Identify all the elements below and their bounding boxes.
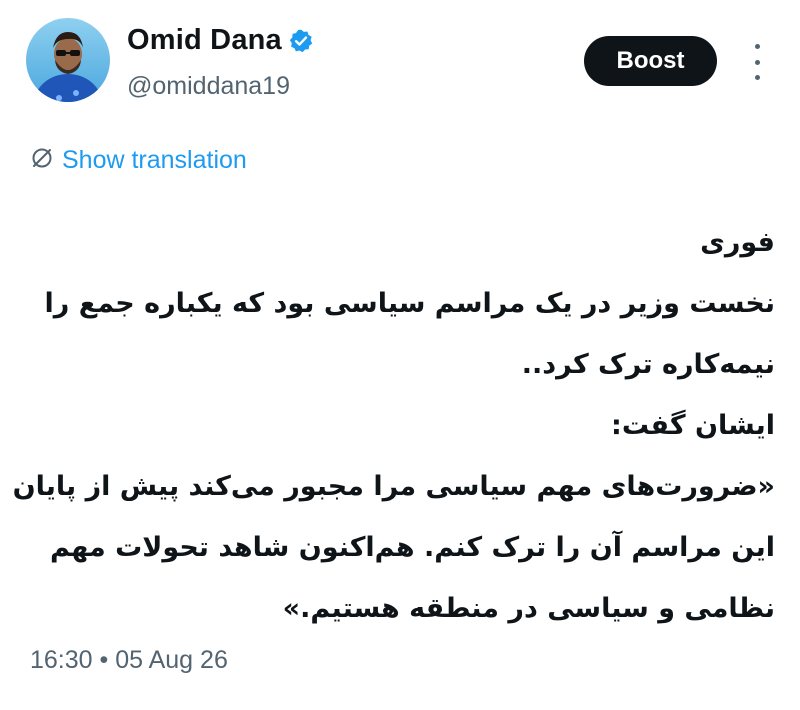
tweet-line: این مراسم آن را ترک کنم. هم‌اکنون شاهد ت…	[50, 532, 775, 563]
show-translation-link[interactable]: Show translation	[30, 146, 247, 175]
tweet-line: «ضرورت‌های مهم سیاسی مرا مجبور می‌کند پی…	[12, 471, 775, 502]
tweet-time: 16:30	[30, 646, 93, 674]
display-name-row[interactable]: Omid Dana	[127, 24, 314, 57]
show-translation-label[interactable]: Show translation	[62, 146, 247, 175]
timestamp-separator: •	[99, 646, 109, 674]
tweet-body: فوری نخست وزیر در یک مراسم سیاسی بود که …	[12, 212, 775, 639]
tweet-line: ایشان گفت:	[611, 410, 775, 441]
tweet-line: فوری	[700, 227, 775, 258]
display-name[interactable]: Omid Dana	[127, 24, 282, 57]
tweet-line: نیمه‌کاره ترک کرد..	[521, 349, 775, 380]
verified-badge-icon	[288, 28, 314, 54]
avatar[interactable]	[26, 18, 110, 102]
tweet-header: Omid Dana @omiddana19 Boost	[0, 0, 800, 120]
more-options-icon[interactable]	[745, 44, 769, 80]
tweet-line: نخست وزیر در یک مراسم سیاسی بود که یکبار…	[44, 288, 775, 319]
tweet-line: نظامی و سیاسی در منطقه هستیم.»	[282, 593, 775, 624]
translate-icon	[30, 146, 54, 175]
user-handle[interactable]: @omiddana19	[127, 72, 290, 101]
tweet-date: 05 Aug 26	[115, 646, 228, 674]
boost-button[interactable]: Boost	[584, 36, 717, 86]
tweet-timestamp[interactable]: 16:30 • 05 Aug 26	[30, 646, 228, 675]
